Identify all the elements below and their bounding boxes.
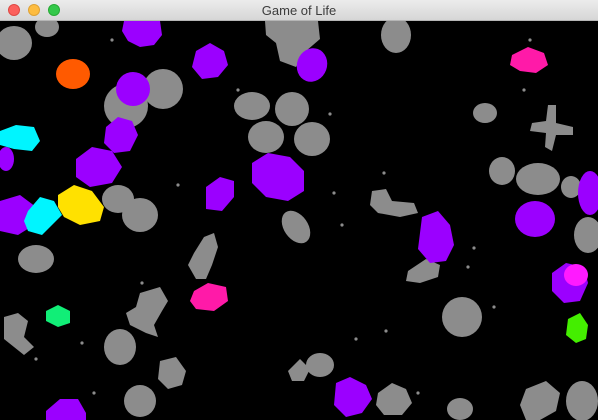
organism — [122, 198, 158, 232]
organism-magenta — [190, 283, 228, 311]
speck — [354, 337, 358, 341]
organism — [35, 21, 59, 37]
organism-violet — [578, 171, 598, 215]
organism — [158, 357, 186, 389]
speck — [140, 281, 144, 285]
organism-violet — [206, 177, 234, 211]
window-title: Game of Life — [261, 3, 337, 18]
organism — [381, 21, 411, 53]
organism — [104, 329, 136, 365]
organism — [248, 121, 284, 153]
organism — [188, 233, 218, 279]
speck — [466, 265, 470, 269]
organism — [566, 381, 598, 420]
organism — [520, 381, 560, 420]
organism — [442, 297, 482, 337]
organism-violet — [122, 21, 162, 47]
organism — [234, 92, 270, 120]
speck — [110, 38, 114, 42]
organism — [126, 287, 168, 337]
speck — [236, 88, 240, 92]
organism — [370, 189, 418, 217]
speck — [92, 391, 96, 395]
organism — [376, 383, 412, 415]
organism — [489, 157, 515, 185]
speck — [340, 223, 344, 227]
organism — [473, 103, 497, 123]
organism-violet — [252, 153, 304, 201]
speck — [522, 88, 526, 92]
organism-violet — [515, 201, 555, 237]
organism-magenta — [564, 264, 588, 286]
speck — [34, 357, 38, 361]
organism-yellow — [58, 185, 104, 225]
organism — [294, 122, 330, 156]
organism-violet — [116, 72, 150, 106]
organism — [4, 313, 34, 355]
organism — [275, 92, 309, 126]
organism-violet — [418, 211, 454, 263]
organism-green — [46, 305, 70, 327]
speck — [382, 171, 386, 175]
window-titlebar[interactable]: Game of Life — [0, 0, 598, 21]
speck — [176, 183, 180, 187]
organism — [281, 210, 311, 244]
organism — [530, 105, 573, 151]
organism — [574, 217, 598, 253]
organism — [516, 163, 560, 195]
organism-violet — [334, 377, 372, 417]
organism-violet — [76, 147, 122, 187]
organism — [18, 245, 54, 273]
organism-magenta — [510, 47, 548, 73]
organism — [0, 26, 32, 60]
organism — [306, 353, 334, 377]
organism — [447, 398, 473, 420]
speck — [472, 246, 476, 250]
organism — [124, 385, 156, 417]
speck — [492, 305, 496, 309]
speck — [332, 191, 336, 195]
speck — [416, 391, 420, 395]
organism-lime — [566, 313, 588, 343]
organism — [406, 259, 440, 283]
organism-violet — [0, 147, 14, 171]
organism-violet — [192, 43, 228, 79]
speck — [328, 112, 332, 116]
organism — [561, 176, 581, 198]
organism-orange — [56, 59, 90, 89]
speck — [528, 38, 532, 42]
speck — [80, 341, 84, 345]
speck — [384, 329, 388, 333]
game-canvas[interactable] — [0, 21, 598, 420]
organism-violet — [46, 399, 86, 420]
